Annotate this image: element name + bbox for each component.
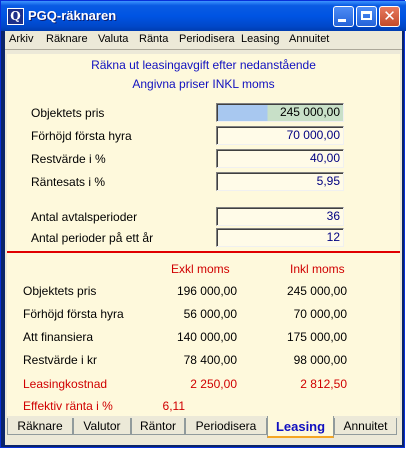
result-exkl-restvarde-kr: 78 400,00 [183, 353, 237, 367]
column-header-inkl-moms: Inkl moms [290, 262, 345, 276]
result-label-att-finansiera: Att finansiera [23, 330, 94, 344]
result-inkl-forhojd-forsta-hyra: 70 000,00 [293, 307, 347, 321]
label-rantesats: Räntesats i % [31, 175, 106, 189]
input-perioder-per-ar[interactable]: 12 [216, 228, 344, 247]
input-objektets-pris[interactable]: 245 000,00 [216, 103, 344, 122]
menu-bar: Arkiv Räknare Valuta Ränta Periodisera L… [5, 31, 402, 49]
menu-valuta[interactable]: Valuta [98, 33, 128, 45]
tab-raknare[interactable]: Räknare [7, 418, 73, 435]
result-inkl-att-finansiera: 175 000,00 [286, 330, 347, 344]
result-inkl-leasingkostnad: 2 812,50 [300, 377, 347, 391]
leasing-panel: Räkna ut leasingavgift efter nedanståend… [7, 54, 400, 416]
input-restvarde-procent[interactable]: 40,00 [216, 149, 344, 168]
window-title: PGQ-räknaren [28, 8, 117, 23]
menu-periodisera[interactable]: Periodisera [179, 33, 235, 45]
result-label-leasingkostnad: Leasingkostnad [23, 377, 108, 391]
title-bar[interactable]: Q PGQ-räknaren ✕ [1, 1, 406, 31]
close-button[interactable]: ✕ [379, 6, 400, 27]
result-exkl-forhojd-forsta-hyra: 56 000,00 [183, 307, 237, 321]
input-rantesats[interactable]: 5,95 [216, 172, 344, 191]
client-area: Räkna ut leasingavgift efter nedanståend… [5, 49, 402, 445]
result-exkl-att-finansiera: 140 000,00 [176, 330, 237, 344]
section-divider [7, 251, 400, 253]
tab-annuitet[interactable]: Annuitet [334, 418, 397, 435]
label-antal-avtalsperioder: Antal avtalsperioder [31, 210, 138, 224]
panel-subheading: Angivna priser INKL moms [132, 77, 275, 91]
label-restvarde-procent: Restvärde i % [31, 152, 106, 166]
tab-strip: Räknare Valutor Räntor Periodisera Leasi… [5, 416, 402, 440]
tab-rantor[interactable]: Räntor [131, 418, 185, 435]
result-effektiv-ranta: 6,11 [162, 399, 185, 413]
app-icon: Q [7, 8, 24, 25]
maximize-button[interactable] [356, 6, 377, 27]
input-forhojd-forsta-hyra[interactable]: 70 000,00 [216, 126, 344, 145]
column-header-exkl-moms: Exkl moms [171, 262, 230, 276]
app-window: Q PGQ-räknaren ✕ Arkiv Räknare Valuta Rä… [0, 0, 406, 448]
tab-leasing[interactable]: Leasing [267, 416, 334, 438]
tab-periodisera[interactable]: Periodisera [185, 418, 267, 435]
close-icon: ✕ [383, 7, 396, 25]
result-inkl-restvarde-kr: 98 000,00 [293, 353, 347, 367]
panel-heading: Räkna ut leasingavgift efter nedanståend… [91, 58, 316, 72]
menu-arkiv[interactable]: Arkiv [9, 33, 33, 45]
input-antal-avtalsperioder[interactable]: 36 [216, 207, 344, 226]
menu-leasing[interactable]: Leasing [241, 33, 280, 45]
result-label-effektiv-ranta: Effektiv ränta i % [23, 399, 113, 413]
result-exkl-leasingkostnad: 2 250,00 [190, 377, 237, 391]
result-exkl-objektets-pris: 196 000,00 [176, 284, 237, 298]
tab-valutor[interactable]: Valutor [73, 418, 131, 435]
menu-ranta[interactable]: Ränta [139, 33, 168, 45]
menu-raknare[interactable]: Räknare [46, 33, 88, 45]
label-perioder-per-ar: Antal perioder på ett år [31, 231, 154, 245]
minimize-icon [338, 19, 346, 22]
result-inkl-objektets-pris: 245 000,00 [286, 284, 347, 298]
result-label-forhojd-forsta-hyra: Förhöjd första hyra [23, 307, 124, 321]
menu-annuitet[interactable]: Annuitet [289, 33, 329, 45]
label-objektets-pris: Objektets pris [31, 106, 105, 120]
minimize-button[interactable] [333, 6, 354, 27]
maximize-icon [361, 11, 372, 20]
label-forhojd-forsta-hyra: Förhöjd första hyra [31, 129, 132, 143]
result-label-objektets-pris: Objektets pris [23, 284, 97, 298]
result-label-restvarde-kr: Restvärde i kr [23, 353, 98, 367]
